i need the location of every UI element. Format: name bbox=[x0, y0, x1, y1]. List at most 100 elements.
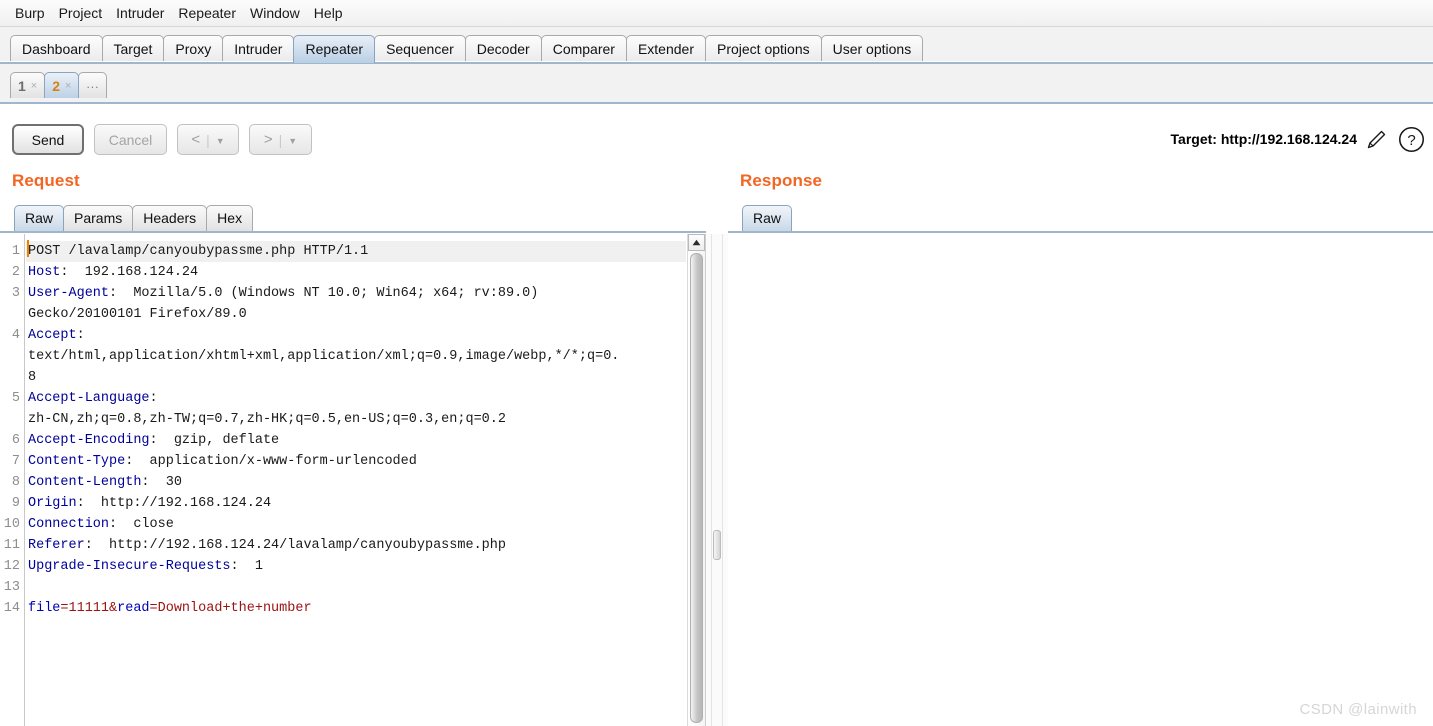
line-number: 6 bbox=[11, 433, 20, 448]
close-icon[interactable]: × bbox=[65, 80, 71, 92]
svg-text:?: ? bbox=[1407, 132, 1415, 149]
scroll-up-arrow-icon[interactable] bbox=[688, 234, 705, 251]
menu-item-burp[interactable]: Burp bbox=[8, 3, 52, 23]
target-label: Target: http://192.168.124.24 bbox=[1170, 131, 1357, 147]
request-text-segment: : http://192.168.124.24/lavalamp/canyoub… bbox=[84, 538, 506, 553]
tab-dashboard[interactable]: Dashboard bbox=[10, 35, 103, 63]
response-editor[interactable] bbox=[728, 234, 1433, 726]
request-text-segment: =11111& bbox=[60, 601, 118, 616]
repeater-tab-bar: 1 × 2 × ... bbox=[0, 64, 1433, 104]
menu-item-project[interactable]: Project bbox=[52, 3, 110, 23]
go-forward-button[interactable]: > | ▼ bbox=[249, 124, 312, 155]
request-line: Content-Type: application/x-www-form-url… bbox=[26, 451, 686, 472]
request-tab-headers[interactable]: Headers bbox=[132, 205, 208, 231]
line-number: 12 bbox=[3, 559, 20, 574]
request-line: Gecko/20100101 Firefox/89.0 bbox=[26, 304, 686, 325]
request-text-segment: Host bbox=[28, 265, 61, 280]
watermark: CSDN @lainwith bbox=[1299, 701, 1417, 718]
button-separator: | bbox=[206, 131, 210, 148]
request-panel-title: Request bbox=[12, 171, 80, 190]
request-tab-raw[interactable]: Raw bbox=[14, 205, 65, 231]
chevron-down-icon: ▼ bbox=[288, 135, 298, 146]
tab-intruder[interactable]: Intruder bbox=[222, 35, 295, 63]
tab-repeater[interactable]: Repeater bbox=[293, 35, 376, 63]
request-text-segment: Connection bbox=[28, 517, 110, 532]
request-raw-text[interactable]: POST /lavalamp/canyoubypassme.php HTTP/1… bbox=[26, 234, 686, 619]
request-line: zh-CN,zh;q=0.8,zh-TW;q=0.7,zh-HK;q=0.5,e… bbox=[26, 409, 686, 430]
tab-project-options[interactable]: Project options bbox=[705, 35, 822, 63]
tab-sequencer[interactable]: Sequencer bbox=[374, 35, 466, 63]
request-tab-hex[interactable]: Hex bbox=[206, 205, 254, 231]
request-line bbox=[26, 577, 686, 598]
line-number: 9 bbox=[11, 496, 20, 511]
request-text-segment: file bbox=[28, 601, 61, 616]
request-line: Connection: close bbox=[26, 514, 686, 535]
request-text-segment: Accept-Encoding bbox=[28, 433, 150, 448]
text-cursor bbox=[27, 240, 29, 257]
repeater-tab-1[interactable]: 1 × bbox=[10, 72, 46, 98]
menu-bar: Burp Project Intruder Repeater Window He… bbox=[0, 0, 1433, 27]
menu-item-repeater[interactable]: Repeater bbox=[171, 3, 243, 23]
chevron-down-icon: ▼ bbox=[215, 135, 225, 146]
question-mark-icon[interactable]: ? bbox=[1398, 126, 1425, 153]
request-line: Content-Length: 30 bbox=[26, 472, 686, 493]
request-text-segment: : 30 bbox=[141, 475, 182, 490]
scrollbar-thumb[interactable] bbox=[690, 253, 703, 723]
request-editor[interactable]: 1 2 3 4 5 6 7 8 9 10 11 12 13 14 POST /lavalamp/canyo… bbox=[0, 234, 706, 726]
request-line: User-Agent: Mozilla/5.0 (Windows NT 10.0… bbox=[26, 283, 686, 304]
request-text-segment: Gecko/20100101 Firefox/89.0 bbox=[28, 307, 247, 322]
chevron-right-icon: > bbox=[263, 131, 273, 148]
request-line: POST /lavalamp/canyoubypassme.php HTTP/1… bbox=[26, 241, 686, 262]
send-button[interactable]: Send bbox=[12, 124, 84, 155]
repeater-tab-2[interactable]: 2 × bbox=[44, 72, 80, 98]
request-line: Upgrade-Insecure-Requests: 1 bbox=[26, 556, 686, 577]
panel-splitter[interactable] bbox=[706, 234, 728, 726]
request-subtab-underline bbox=[0, 231, 706, 233]
line-number: 14 bbox=[3, 601, 20, 616]
tab-comparer[interactable]: Comparer bbox=[540, 35, 627, 63]
response-tab-raw[interactable]: Raw bbox=[742, 205, 793, 231]
tab-extender[interactable]: Extender bbox=[625, 35, 706, 63]
request-text-segment: Accept bbox=[28, 328, 77, 343]
splitter-grip-handle[interactable] bbox=[713, 530, 721, 560]
repeater-tab-underline bbox=[0, 102, 1433, 104]
request-vertical-scrollbar[interactable] bbox=[687, 234, 705, 726]
line-number: 3 bbox=[11, 286, 20, 301]
request-text-segment: : http://192.168.124.24 bbox=[76, 496, 272, 511]
splitter-line-left bbox=[711, 234, 712, 726]
close-icon[interactable]: × bbox=[31, 80, 37, 92]
request-line: text/html,application/xhtml+xml,applicat… bbox=[26, 346, 686, 367]
request-text-segment: zh-CN,zh;q=0.8,zh-TW;q=0.7,zh-HK;q=0.5,e… bbox=[28, 412, 506, 427]
request-text-segment: : 192.168.124.24 bbox=[60, 265, 199, 280]
pencil-icon[interactable] bbox=[1365, 127, 1389, 151]
menu-item-window[interactable]: Window bbox=[243, 3, 307, 23]
line-number: 10 bbox=[3, 517, 20, 532]
tab-target[interactable]: Target bbox=[101, 35, 165, 63]
request-line: Accept-Encoding: gzip, deflate bbox=[26, 430, 686, 451]
go-back-button[interactable]: < | ▼ bbox=[177, 124, 239, 155]
request-line: Accept-Language: bbox=[26, 388, 686, 409]
request-text-segment: read bbox=[117, 601, 150, 616]
new-repeater-tab-button[interactable]: ... bbox=[78, 72, 108, 98]
cancel-button[interactable]: Cancel bbox=[94, 124, 167, 155]
tab-decoder[interactable]: Decoder bbox=[464, 35, 542, 63]
tab-user-options[interactable]: User options bbox=[820, 35, 924, 63]
line-number: 13 bbox=[3, 580, 20, 595]
menu-item-help[interactable]: Help bbox=[307, 3, 350, 23]
request-text-segment: Content-Length bbox=[28, 475, 142, 490]
menu-item-intruder[interactable]: Intruder bbox=[109, 3, 171, 23]
response-subtab-bar: Raw bbox=[742, 205, 793, 231]
request-text-segment: : bbox=[76, 328, 85, 343]
request-text-segment: : bbox=[149, 391, 158, 406]
main-tab-bar: Dashboard Target Proxy Intruder Repeater… bbox=[0, 27, 1433, 64]
request-text-segment: text/html,application/xhtml+xml,applicat… bbox=[28, 349, 620, 364]
request-text-segment: 8 bbox=[28, 370, 37, 385]
request-text-segment: : Mozilla/5.0 (Windows NT 10.0; Win64; x… bbox=[109, 286, 539, 301]
request-text-segment: POST /lavalamp/canyoubypassme.php HTTP/1… bbox=[28, 244, 369, 259]
request-tab-params[interactable]: Params bbox=[63, 205, 134, 231]
request-subtab-bar: Raw Params Headers Hex bbox=[14, 205, 254, 231]
tab-proxy[interactable]: Proxy bbox=[163, 35, 224, 63]
request-text-segment: : 1 bbox=[230, 559, 263, 574]
line-number: 4 bbox=[11, 328, 20, 343]
request-line: file=11111&read=Download+the+number bbox=[26, 598, 686, 619]
